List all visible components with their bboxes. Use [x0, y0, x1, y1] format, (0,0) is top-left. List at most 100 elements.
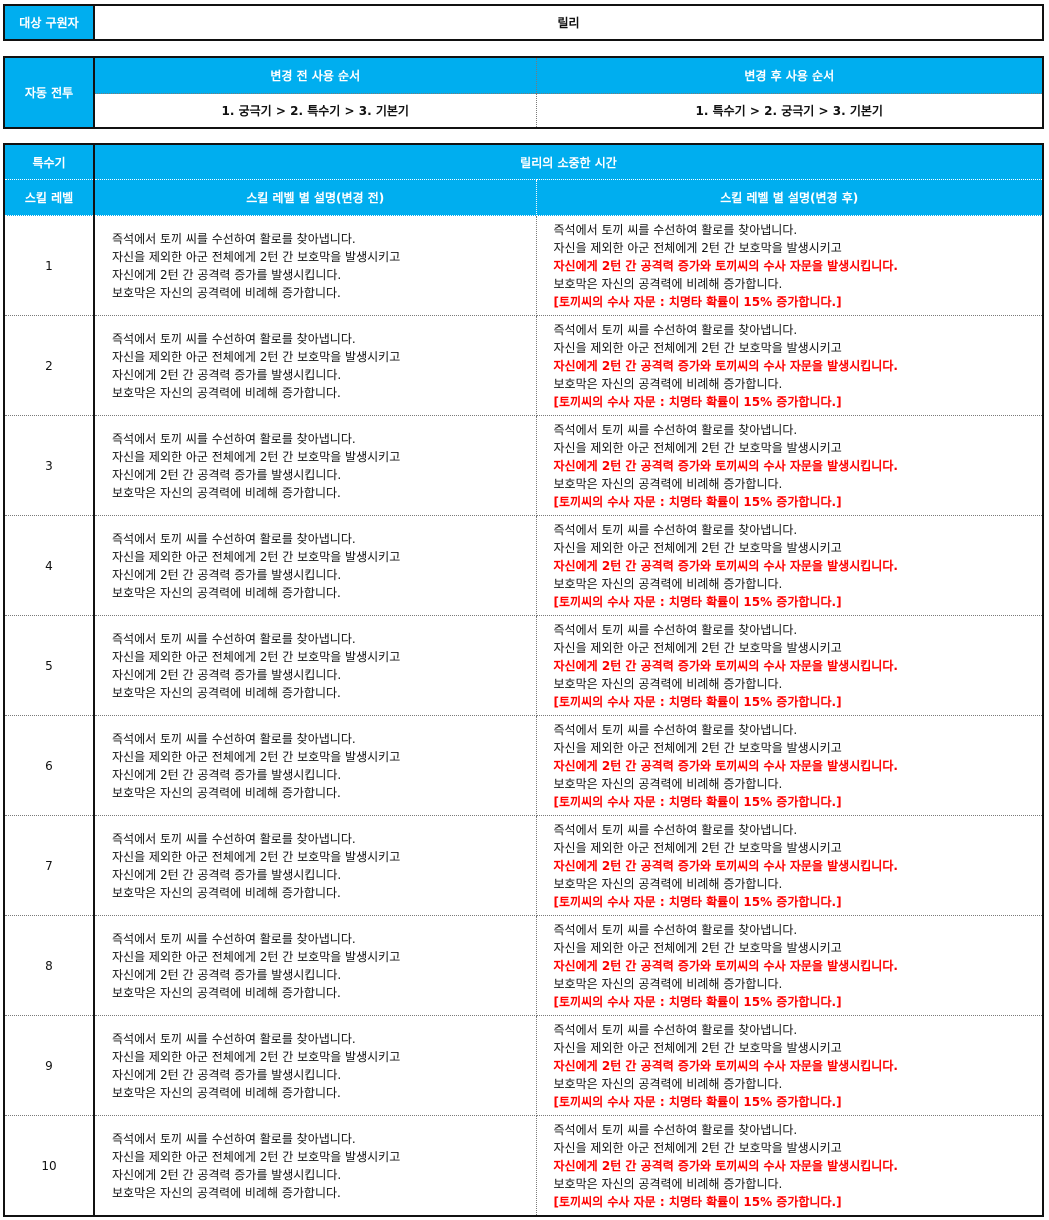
description-line: 자신에게 2턴 간 공격력 증가를 발생시킵니다. — [112, 467, 342, 482]
skill-level-number: 8 — [3, 915, 95, 1016]
skill-level-number: 10 — [3, 1115, 95, 1217]
description-line: 자신을 제외한 아군 전체에게 2턴 간 보호막을 발생시키고 — [112, 349, 401, 364]
skill-level-row: 7 즉석에서 토끼 씨를 수선하여 활로를 찾아냅니다. 자신을 제외한 아군 전체… — [3, 815, 1044, 916]
description-line: 자신에게 2턴 간 공격력 증가를 발생시킵니다. — [112, 267, 342, 282]
highlighted-description-line: 자신에게 2턴 간 공격력 증가와 토끼씨의 수사 자문을 발생시킵니다. — [553, 458, 898, 473]
before-description: 즉석에서 토끼 씨를 수선하여 활로를 찾아냅니다. 자신을 제외한 아군 전체에… — [93, 415, 537, 516]
skill-level-number: 7 — [3, 815, 95, 916]
description-line: 보호막은 자신의 공격력에 비례해 증가합니다. — [553, 276, 783, 291]
description-line: 자신에게 2턴 간 공격력 증가를 발생시킵니다. — [112, 967, 342, 982]
description-line: 보호막은 자신의 공격력에 비례해 증가합니다. — [553, 776, 783, 791]
description-line: 자신을 제외한 아군 전체에게 2턴 간 보호막을 발생시키고 — [112, 449, 401, 464]
highlighted-description-line: [토끼씨의 수사 자문 : 치명타 확률이 15% 증가합니다.] — [553, 394, 842, 409]
target-savior-label: 대상 구원자 — [4, 5, 95, 40]
description-line: 보호막은 자신의 공격력에 비례해 증가합니다. — [553, 676, 783, 691]
description-line: 자신을 제외한 아군 전체에게 2턴 간 보호막을 발생시키고 — [112, 849, 401, 864]
description-line: 보호막은 자신의 공격력에 비례해 증가합니다. — [553, 1176, 783, 1191]
highlighted-description-line: [토끼씨의 수사 자문 : 치명타 확률이 15% 증가합니다.] — [553, 294, 842, 309]
highlighted-description-line: [토끼씨의 수사 자문 : 치명타 확률이 15% 증가합니다.] — [553, 794, 842, 809]
skill-level-number: 6 — [3, 715, 95, 816]
description-line: 자신을 제외한 아군 전체에게 2턴 간 보호막을 발생시키고 — [553, 640, 842, 655]
description-line: 보호막은 자신의 공격력에 비례해 증가합니다. — [112, 585, 341, 600]
description-line: 자신에게 2턴 간 공격력 증가를 발생시킵니다. — [112, 767, 342, 782]
description-line: 보호막은 자신의 공격력에 비례해 증가합니다. — [112, 985, 341, 1000]
skill-level-row: 4 즉석에서 토끼 씨를 수선하여 활로를 찾아냅니다. 자신을 제외한 아군 전체… — [3, 515, 1044, 616]
skill-level-row: 3 즉석에서 토끼 씨를 수선하여 활로를 찾아냅니다. 자신을 제외한 아군 전체… — [3, 415, 1044, 516]
before-description: 즉석에서 토끼 씨를 수선하여 활로를 찾아냅니다. 자신을 제외한 아군 전체에… — [93, 915, 537, 1016]
description-line: 자신을 제외한 아군 전체에게 2턴 간 보호막을 발생시키고 — [553, 440, 842, 455]
description-line: 자신을 제외한 아군 전체에게 2턴 간 보호막을 발생시키고 — [112, 1049, 401, 1064]
before-description-header: 스킬 레벨 별 설명(변경 전) — [93, 179, 537, 216]
after-description: 즉석에서 토끼 씨를 수선하여 활로를 찾아냅니다. 자신을 제외한 아군 전체에… — [535, 515, 1044, 616]
before-description: 즉석에서 토끼 씨를 수선하여 활로를 찾아냅니다. 자신을 제외한 아군 전체에… — [93, 1015, 537, 1116]
after-description: 즉석에서 토끼 씨를 수선하여 활로를 찾아냅니다. 자신을 제외한 아군 전체에… — [535, 1115, 1044, 1217]
skill-level-number: 1 — [3, 215, 95, 316]
description-line: 즉석에서 토끼 씨를 수선하여 활로를 찾아냅니다. — [553, 822, 798, 837]
description-line: 즉석에서 토끼 씨를 수선하여 활로를 찾아냅니다. — [553, 1122, 798, 1137]
description-line: 자신에게 2턴 간 공격력 증가를 발생시킵니다. — [112, 1067, 342, 1082]
before-description: 즉석에서 토끼 씨를 수선하여 활로를 찾아냅니다. 자신을 제외한 아군 전체에… — [93, 515, 537, 616]
description-line: 보호막은 자신의 공격력에 비례해 증가합니다. — [112, 1185, 341, 1200]
highlighted-description-line: 자신에게 2턴 간 공격력 증가와 토끼씨의 수사 자문을 발생시킵니다. — [553, 758, 898, 773]
highlighted-description-line: 자신에게 2턴 간 공격력 증가와 토끼씨의 수사 자문을 발생시킵니다. — [553, 558, 898, 573]
skill-level-number: 3 — [3, 415, 95, 516]
before-description: 즉석에서 토끼 씨를 수선하여 활로를 찾아냅니다. 자신을 제외한 아군 전체에… — [93, 1115, 537, 1217]
description-line: 자신을 제외한 아군 전체에게 2턴 간 보호막을 발생시키고 — [553, 540, 842, 555]
description-line: 자신을 제외한 아군 전체에게 2턴 간 보호막을 발생시키고 — [112, 1149, 401, 1164]
after-order-value: 1. 특수기 > 2. 궁극기 > 3. 기본기 — [535, 93, 1044, 129]
description-line: 즉석에서 토끼 씨를 수선하여 활로를 찾아냅니다. — [112, 1131, 356, 1146]
description-line: 즉석에서 토끼 씨를 수선하여 활로를 찾아냅니다. — [553, 922, 798, 937]
description-line: 자신을 제외한 아군 전체에게 2턴 간 보호막을 발생시키고 — [112, 549, 401, 564]
description-line: 보호막은 자신의 공격력에 비례해 증가합니다. — [112, 285, 341, 300]
before-order-value: 1. 궁극기 > 2. 특수기 > 3. 기본기 — [93, 93, 537, 129]
description-line: 즉석에서 토끼 씨를 수선하여 활로를 찾아냅니다. — [553, 622, 798, 637]
highlighted-description-line: [토끼씨의 수사 자문 : 치명타 확률이 15% 증가합니다.] — [553, 594, 842, 609]
description-line: 자신을 제외한 아군 전체에게 2턴 간 보호막을 발생시키고 — [553, 240, 842, 255]
description-line: 보호막은 자신의 공격력에 비례해 증가합니다. — [112, 885, 341, 900]
highlighted-description-line: [토끼씨의 수사 자문 : 치명타 확률이 15% 증가합니다.] — [553, 994, 842, 1009]
highlighted-description-line: 자신에게 2턴 간 공격력 증가와 토끼씨의 수사 자문을 발생시킵니다. — [553, 258, 898, 273]
skill-type-label: 특수기 — [3, 143, 95, 180]
after-description-header: 스킬 레벨 별 설명(변경 후) — [535, 179, 1044, 216]
description-line: 즉석에서 토끼 씨를 수선하여 활로를 찾아냅니다. — [553, 222, 798, 237]
description-line: 보호막은 자신의 공격력에 비례해 증가합니다. — [553, 376, 783, 391]
skill-level-number: 9 — [3, 1015, 95, 1116]
description-line: 보호막은 자신의 공격력에 비례해 증가합니다. — [112, 685, 341, 700]
skill-level-number: 4 — [3, 515, 95, 616]
description-line: 자신을 제외한 아군 전체에게 2턴 간 보호막을 발생시키고 — [112, 749, 401, 764]
before-description: 즉석에서 토끼 씨를 수선하여 활로를 찾아냅니다. 자신을 제외한 아군 전체에… — [93, 215, 537, 316]
description-line: 자신에게 2턴 간 공격력 증가를 발생시킵니다. — [112, 867, 342, 882]
description-line: 자신을 제외한 아군 전체에게 2턴 간 보호막을 발생시키고 — [553, 340, 842, 355]
before-description: 즉석에서 토끼 씨를 수선하여 활로를 찾아냅니다. 자신을 제외한 아군 전체에… — [93, 315, 537, 416]
description-line: 보호막은 자신의 공격력에 비례해 증가합니다. — [112, 485, 341, 500]
highlighted-description-line: [토끼씨의 수사 자문 : 치명타 확률이 15% 증가합니다.] — [553, 1094, 842, 1109]
highlighted-description-line: 자신에게 2턴 간 공격력 증가와 토끼씨의 수사 자문을 발생시킵니다. — [553, 358, 898, 373]
description-line: 자신을 제외한 아군 전체에게 2턴 간 보호막을 발생시키고 — [553, 940, 842, 955]
after-description: 즉석에서 토끼 씨를 수선하여 활로를 찾아냅니다. 자신을 제외한 아군 전체에… — [535, 315, 1044, 416]
skill-level-row: 1 즉석에서 토끼 씨를 수선하여 활로를 찾아냅니다. 자신을 제외한 아군 전체… — [3, 215, 1044, 316]
description-line: 즉석에서 토끼 씨를 수선하여 활로를 찾아냅니다. — [112, 931, 356, 946]
skill-level-number: 5 — [3, 615, 95, 716]
after-order-header: 변경 후 사용 순서 — [535, 57, 1044, 94]
after-description: 즉석에서 토끼 씨를 수선하여 활로를 찾아냅니다. 자신을 제외한 아군 전체에… — [535, 1015, 1044, 1116]
after-description: 즉석에서 토끼 씨를 수선하여 활로를 찾아냅니다. 자신을 제외한 아군 전체에… — [535, 615, 1044, 716]
description-line: 보호막은 자신의 공격력에 비례해 증가합니다. — [553, 576, 783, 591]
description-line: 자신을 제외한 아군 전체에게 2턴 간 보호막을 발생시키고 — [112, 949, 401, 964]
description-line: 자신에게 2턴 간 공격력 증가를 발생시킵니다. — [112, 1167, 342, 1182]
before-description: 즉석에서 토끼 씨를 수선하여 활로를 찾아냅니다. 자신을 제외한 아군 전체에… — [93, 815, 537, 916]
highlighted-description-line: [토끼씨의 수사 자문 : 치명타 확률이 15% 증가합니다.] — [553, 1194, 842, 1209]
skill-level-row: 6 즉석에서 토끼 씨를 수선하여 활로를 찾아냅니다. 자신을 제외한 아군 전체… — [3, 715, 1044, 816]
before-description: 즉석에서 토끼 씨를 수선하여 활로를 찾아냅니다. 자신을 제외한 아군 전체에… — [93, 715, 537, 816]
after-description: 즉석에서 토끼 씨를 수선하여 활로를 찾아냅니다. 자신을 제외한 아군 전체에… — [535, 215, 1044, 316]
description-line: 보호막은 자신의 공격력에 비례해 증가합니다. — [553, 1076, 783, 1091]
description-line: 즉석에서 토끼 씨를 수선하여 활로를 찾아냅니다. — [553, 522, 798, 537]
skill-level-row: 5 즉석에서 토끼 씨를 수선하여 활로를 찾아냅니다. 자신을 제외한 아군 전체… — [3, 615, 1044, 716]
description-line: 즉석에서 토끼 씨를 수선하여 활로를 찾아냅니다. — [553, 322, 798, 337]
auto-battle-table: 자동 전투 변경 전 사용 순서 변경 후 사용 순서 1. 궁극기 > 2. … — [3, 56, 1044, 129]
description-line: 즉석에서 토끼 씨를 수선하여 활로를 찾아냅니다. — [112, 831, 356, 846]
description-line: 자신에게 2턴 간 공격력 증가를 발생시킵니다. — [112, 567, 342, 582]
description-line: 보호막은 자신의 공격력에 비례해 증가합니다. — [553, 876, 783, 891]
skill-level-header: 스킬 레벨 — [3, 179, 95, 216]
before-description: 즉석에서 토끼 씨를 수선하여 활로를 찾아냅니다. 자신을 제외한 아군 전체에… — [93, 615, 537, 716]
target-savior-value: 릴리 — [94, 5, 1043, 40]
